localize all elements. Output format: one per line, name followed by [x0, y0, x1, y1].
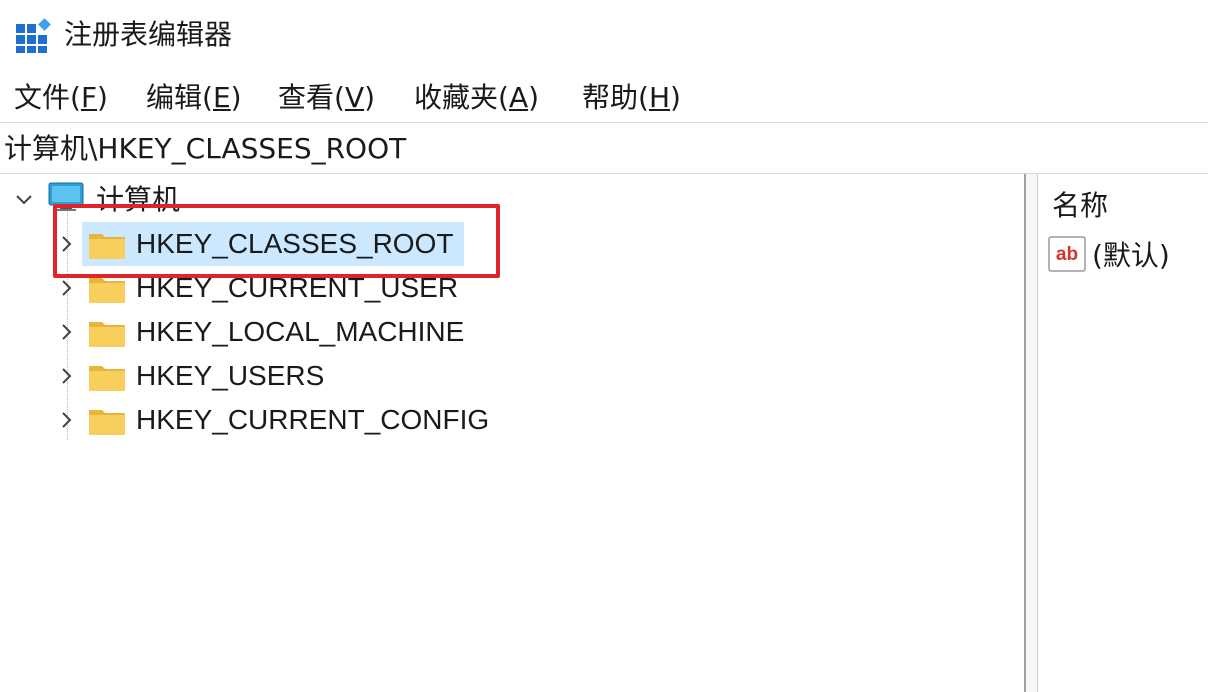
tree-label: HKEY_CURRENT_USER	[136, 272, 459, 303]
folder-icon	[89, 234, 125, 259]
tree-item-hkey-current-config[interactable]: HKEY_CURRENT_CONFIG	[0, 398, 1000, 442]
folder-icon	[89, 278, 125, 303]
menu-view[interactable]: 查看(V)	[278, 76, 375, 120]
pane-splitter[interactable]	[1024, 174, 1038, 692]
svg-text:ab: ab	[1056, 244, 1078, 265]
menu-file[interactable]: 文件(F)	[14, 76, 108, 120]
tree-item-hkey-users[interactable]: HKEY_USERS	[0, 354, 1000, 398]
chevron-right-icon[interactable]	[54, 232, 78, 256]
folder-icon	[89, 410, 125, 435]
column-header-name[interactable]: 名称	[1052, 188, 1108, 224]
tree-item-hkey-classes-root[interactable]: HKEY_CLASSES_ROOT	[0, 222, 1000, 266]
address-path[interactable]: 计算机\HKEY_CLASSES_ROOT	[4, 131, 406, 167]
chevron-right-icon[interactable]	[54, 320, 78, 344]
folder-icon	[89, 366, 125, 391]
tree-label: HKEY_CLASSES_ROOT	[136, 228, 454, 259]
chevron-right-icon[interactable]	[54, 276, 78, 300]
chevron-right-icon[interactable]	[54, 364, 78, 388]
menu-favorites[interactable]: 收藏夹(A)	[414, 76, 539, 120]
tree-label: 计算机	[96, 184, 181, 215]
tree-label: HKEY_CURRENT_CONFIG	[136, 404, 490, 435]
tree-label: HKEY_USERS	[136, 360, 325, 391]
menu-bar: 文件(F) 编辑(E) 查看(V) 收藏夹(A) 帮助(H)	[0, 76, 1208, 120]
address-bar[interactable]: 计算机\HKEY_CLASSES_ROOT	[0, 122, 1208, 174]
tree-item-computer[interactable]: 计算机	[0, 178, 1000, 222]
chevron-right-icon[interactable]	[54, 408, 78, 432]
menu-edit[interactable]: 编辑(E)	[146, 76, 242, 120]
title-bar[interactable]: 注册表编辑器	[0, 0, 1208, 70]
registry-editor-icon	[16, 18, 51, 53]
menu-help[interactable]: 帮助(H)	[582, 76, 681, 120]
tree-item-hkey-local-machine[interactable]: HKEY_LOCAL_MACHINE	[0, 310, 1000, 354]
tree-label: HKEY_LOCAL_MACHINE	[136, 316, 465, 347]
tree-item-hkey-current-user[interactable]: HKEY_CURRENT_USER	[0, 266, 1000, 310]
computer-icon	[48, 182, 84, 211]
value-pane[interactable]: 名称 ab (默认)	[1038, 174, 1208, 692]
registry-editor-window: 注册表编辑器 文件(F) 编辑(E) 查看(V) 收藏夹(A) 帮助(H) 计算…	[0, 0, 1208, 692]
window-title: 注册表编辑器	[64, 18, 233, 51]
string-value-icon: ab	[1048, 236, 1086, 272]
folder-icon	[89, 322, 125, 347]
chevron-down-icon[interactable]	[12, 188, 36, 212]
value-name-default[interactable]: (默认)	[1092, 238, 1170, 274]
